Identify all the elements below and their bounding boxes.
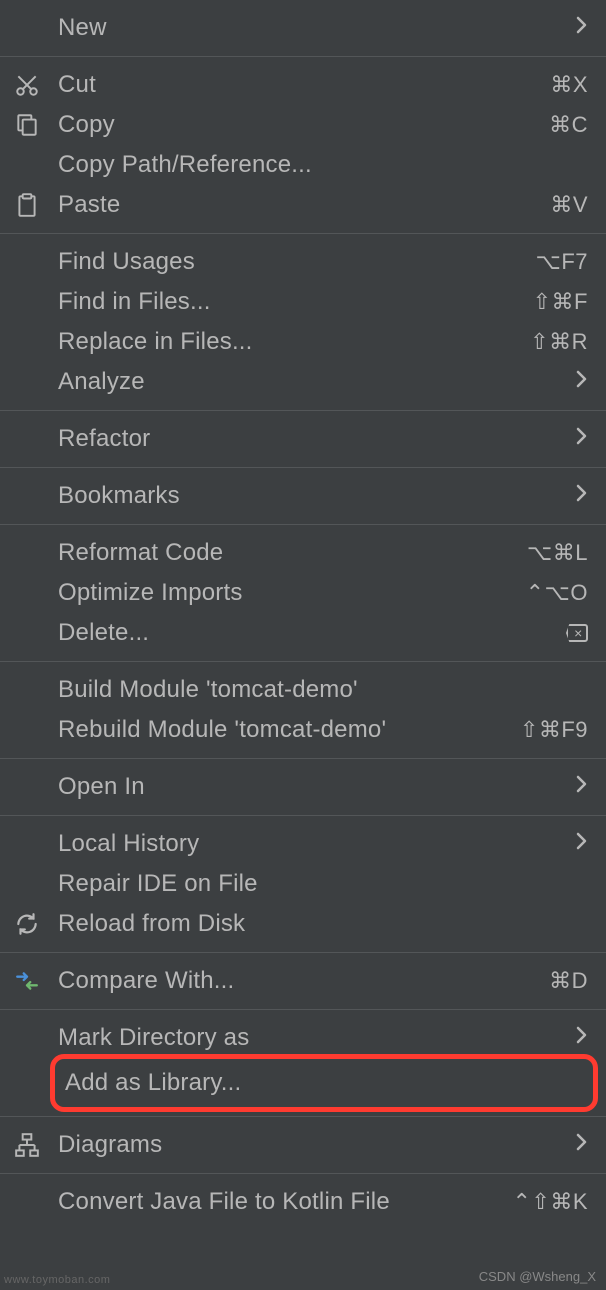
menu-item-find-usages[interactable]: Find Usages ⌥F7 xyxy=(0,242,606,282)
label: Find in Files... xyxy=(58,288,533,316)
menu-item-reformat-code[interactable]: Reformat Code ⌥⌘L xyxy=(0,533,606,573)
menu-item-copy[interactable]: Copy ⌘C xyxy=(0,105,606,145)
menu-item-new[interactable]: New xyxy=(0,8,606,48)
menu-item-optimize-imports[interactable]: Optimize Imports ⌃⌥O xyxy=(0,573,606,613)
menu-item-rebuild-module[interactable]: Rebuild Module 'tomcat-demo' ⇧⌘F9 xyxy=(0,710,606,750)
label: Bookmarks xyxy=(58,482,576,510)
label: Reload from Disk xyxy=(58,910,588,938)
label: Mark Directory as xyxy=(58,1024,576,1052)
menu-item-reload-from-disk[interactable]: Reload from Disk xyxy=(0,904,606,944)
shortcut: ⌥⌘L xyxy=(527,540,588,566)
label: Diagrams xyxy=(58,1131,576,1159)
label: Add as Library... xyxy=(65,1069,575,1097)
highlight-annotation: Add as Library... xyxy=(50,1054,598,1112)
separator xyxy=(0,410,606,411)
separator xyxy=(0,233,606,234)
separator xyxy=(0,661,606,662)
shortcut: ⌘C xyxy=(549,112,588,138)
shortcut: ⌘V xyxy=(550,192,588,218)
label: Reformat Code xyxy=(58,539,527,567)
chevron-right-icon xyxy=(576,1026,588,1050)
cut-icon xyxy=(14,72,58,98)
menu-item-replace-in-files[interactable]: Replace in Files... ⇧⌘R xyxy=(0,322,606,362)
menu-item-compare-with[interactable]: Compare With... ⌘D xyxy=(0,961,606,1001)
chevron-right-icon xyxy=(576,427,588,451)
chevron-right-icon xyxy=(576,832,588,856)
diagrams-icon xyxy=(14,1132,58,1158)
separator xyxy=(0,524,606,525)
label: New xyxy=(58,14,576,42)
copy-icon xyxy=(14,112,58,138)
separator xyxy=(0,1173,606,1174)
label: Convert Java File to Kotlin File xyxy=(58,1188,512,1216)
menu-item-refactor[interactable]: Refactor xyxy=(0,419,606,459)
label: Optimize Imports xyxy=(58,579,526,607)
paste-icon xyxy=(14,192,58,218)
menu-item-mark-directory-as[interactable]: Mark Directory as xyxy=(0,1018,606,1058)
label: Delete... xyxy=(58,619,566,647)
menu-item-convert-kotlin[interactable]: Convert Java File to Kotlin File ⌃⇧⌘K xyxy=(0,1182,606,1222)
chevron-right-icon xyxy=(576,370,588,394)
label: Replace in Files... xyxy=(58,328,530,356)
backspace-icon xyxy=(566,624,588,642)
menu-item-diagrams[interactable]: Diagrams xyxy=(0,1125,606,1165)
reload-icon xyxy=(14,911,58,937)
shortcut: ⌘X xyxy=(550,72,588,98)
menu-item-analyze[interactable]: Analyze xyxy=(0,362,606,402)
shortcut: ⌃⌥O xyxy=(526,580,588,606)
separator xyxy=(0,1116,606,1117)
chevron-right-icon xyxy=(576,1133,588,1157)
separator xyxy=(0,1009,606,1010)
menu-item-build-module[interactable]: Build Module 'tomcat-demo' xyxy=(0,670,606,710)
menu-item-delete[interactable]: Delete... xyxy=(0,613,606,653)
label: Copy xyxy=(58,111,549,139)
shortcut: ⇧⌘F9 xyxy=(520,717,588,743)
menu-item-open-in[interactable]: Open In xyxy=(0,767,606,807)
context-menu: New Cut ⌘X Copy ⌘C Copy Path/Reference..… xyxy=(0,0,606,1230)
separator xyxy=(0,56,606,57)
label: Compare With... xyxy=(58,967,549,995)
menu-item-cut[interactable]: Cut ⌘X xyxy=(0,65,606,105)
shortcut: ⌃⇧⌘K xyxy=(512,1189,588,1215)
menu-item-bookmarks[interactable]: Bookmarks xyxy=(0,476,606,516)
separator xyxy=(0,467,606,468)
chevron-right-icon xyxy=(576,16,588,40)
menu-item-paste[interactable]: Paste ⌘V xyxy=(0,185,606,225)
shortcut: ⌥F7 xyxy=(535,249,588,275)
menu-item-repair-ide[interactable]: Repair IDE on File xyxy=(0,864,606,904)
chevron-right-icon xyxy=(576,484,588,508)
label: Refactor xyxy=(58,425,576,453)
label: Paste xyxy=(58,191,550,219)
shortcut: ⇧⌘F xyxy=(533,289,588,315)
label: Repair IDE on File xyxy=(58,870,588,898)
menu-item-add-as-library[interactable]: Add as Library... xyxy=(55,1063,593,1103)
label: Copy Path/Reference... xyxy=(58,151,588,179)
compare-icon xyxy=(14,968,58,994)
separator xyxy=(0,758,606,759)
shortcut: ⌘D xyxy=(549,968,588,994)
label: Cut xyxy=(58,71,550,99)
chevron-right-icon xyxy=(576,775,588,799)
label: Build Module 'tomcat-demo' xyxy=(58,676,588,704)
label: Analyze xyxy=(58,368,576,396)
watermark-left: www.toymoban.com xyxy=(4,1274,110,1286)
menu-item-local-history[interactable]: Local History xyxy=(0,824,606,864)
separator xyxy=(0,815,606,816)
menu-item-find-in-files[interactable]: Find in Files... ⇧⌘F xyxy=(0,282,606,322)
label: Local History xyxy=(58,830,576,858)
separator xyxy=(0,952,606,953)
label: Open In xyxy=(58,773,576,801)
label: Find Usages xyxy=(58,248,535,276)
shortcut: ⇧⌘R xyxy=(530,329,588,355)
watermark: CSDN @Wsheng_X xyxy=(479,1269,596,1284)
label: Rebuild Module 'tomcat-demo' xyxy=(58,716,520,744)
menu-item-copy-path[interactable]: Copy Path/Reference... xyxy=(0,145,606,185)
